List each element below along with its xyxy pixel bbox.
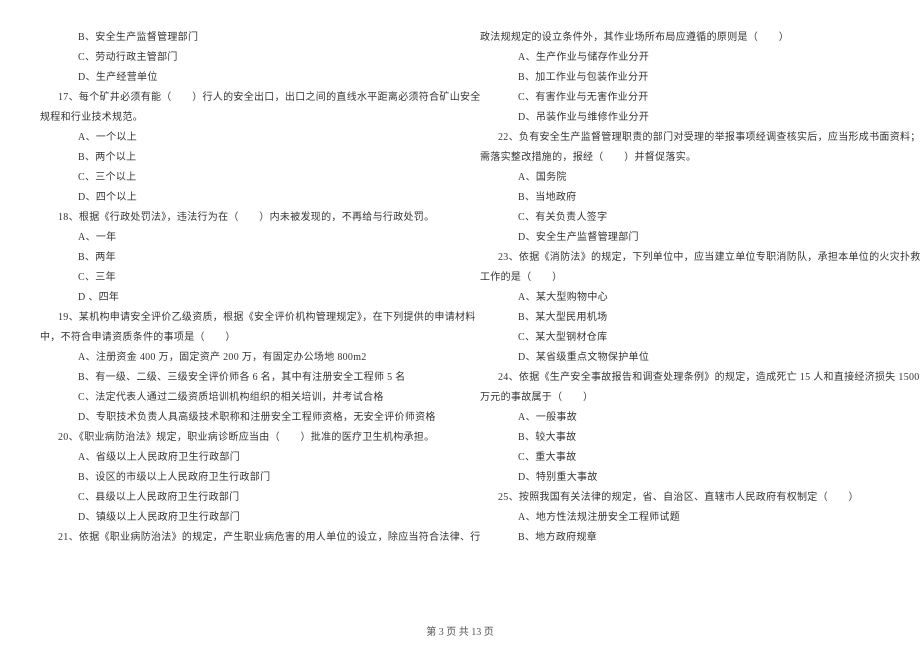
option-a: A、一个以上 [40, 128, 440, 148]
option-d: D 、四年 [40, 288, 440, 308]
option-d: D、专职技术负责人具高级技术职称和注册安全工程师资格，无安全评价师资格 [40, 408, 440, 428]
question-25: 25、按照我国有关法律的规定，省、自治区、直辖市人民政府有权制定（ ） [480, 488, 880, 508]
option-d: D、安全生产监督管理部门 [480, 228, 880, 248]
question-19: 19、某机构申请安全评价乙级资质，根据《安全评价机构管理规定》，在下列提供的申请… [40, 308, 440, 328]
option-b: B、加工作业与包装作业分开 [480, 68, 880, 88]
option-b: B、两个以上 [40, 148, 440, 168]
question-22-cont: 需落实整改措施的，报经（ ）并督促落实。 [480, 148, 880, 168]
question-22: 22、负有安全生产监督管理职责的部门对受理的举报事项经调查核实后，应当形成书面资… [480, 128, 880, 148]
page-content: B、安全生产监督管理部门 C、劳动行政主管部门 D、生产经营单位 17、每个矿井… [0, 0, 920, 600]
question-20: 20、《职业病防治法》规定，职业病诊断应当由（ ）批准的医疗卫生机构承担。 [40, 428, 440, 448]
option-c: C、三个以上 [40, 168, 440, 188]
option-b: B、某大型民用机场 [480, 308, 880, 328]
option-d: D、四个以上 [40, 188, 440, 208]
option-c: C、法定代表人通过二级资质培训机构组织的相关培训，并考试合格 [40, 388, 440, 408]
option-c: C、重大事故 [480, 448, 880, 468]
page-footer: 第 3 页 共 13 页 [0, 623, 920, 638]
question-18: 18、根据《行政处罚法》，违法行为在（ ）内未被发现的，不再给与行政处罚。 [40, 208, 440, 228]
option-a: A、地方性法规注册安全工程师试题 [480, 508, 880, 528]
question-21-cont: 政法规规定的设立条件外，其作业场所布局应遵循的原则是（ ） [480, 28, 880, 48]
option-a: A、某大型购物中心 [480, 288, 880, 308]
left-column: B、安全生产监督管理部门 C、劳动行政主管部门 D、生产经营单位 17、每个矿井… [40, 28, 460, 600]
option-a: A、生产作业与储存作业分开 [480, 48, 880, 68]
option-c: C、三年 [40, 268, 440, 288]
option-a: A、一般事故 [480, 408, 880, 428]
option-b: B、两年 [40, 248, 440, 268]
option-a: A、省级以上人民政府卫生行政部门 [40, 448, 440, 468]
option-b: B、有一级、二级、三级安全评价师各 6 名，其中有注册安全工程师 5 名 [40, 368, 440, 388]
question-17: 17、每个矿井必须有能（ ）行人的安全出口，出口之间的直线水平距离必须符合矿山安… [40, 88, 440, 108]
option-c: C、某大型钢材仓库 [480, 328, 880, 348]
option-b: B、地方政府规章 [480, 528, 880, 548]
option-b: B、安全生产监督管理部门 [40, 28, 440, 48]
option-c: C、劳动行政主管部门 [40, 48, 440, 68]
option-b: B、设区的市级以上人民政府卫生行政部门 [40, 468, 440, 488]
option-d: D、吊装作业与维修作业分开 [480, 108, 880, 128]
option-a: A、国务院 [480, 168, 880, 188]
option-d: D、特别重大事故 [480, 468, 880, 488]
question-24: 24、依据《生产安全事故报告和调查处理条例》的规定，造成死亡 15 人和直接经济… [480, 368, 880, 388]
option-a: A、注册资金 400 万，固定资产 200 万，有固定办公场地 800m2 [40, 348, 440, 368]
question-24-cont: 万元的事故属于（ ） [480, 388, 880, 408]
option-c: C、有关负责人签字 [480, 208, 880, 228]
question-21: 21、依据《职业病防治法》的规定，产生职业病危害的用人单位的设立，除应当符合法律… [40, 528, 440, 548]
option-b: B、当地政府 [480, 188, 880, 208]
option-d: D、某省级重点文物保护单位 [480, 348, 880, 368]
question-23: 23、依据《消防法》的规定，下列单位中，应当建立单位专职消防队，承担本单位的火灾… [480, 248, 880, 268]
question-23-cont: 工作的是（ ） [480, 268, 880, 288]
right-column: 政法规规定的设立条件外，其作业场所布局应遵循的原则是（ ） A、生产作业与储存作… [460, 28, 880, 600]
option-d: D、镇级以上人民政府卫生行政部门 [40, 508, 440, 528]
question-19-cont: 中，不符合申请资质条件的事项是（ ） [40, 328, 440, 348]
question-17-cont: 规程和行业技术规范。 [40, 108, 440, 128]
option-c: C、县级以上人民政府卫生行政部门 [40, 488, 440, 508]
option-a: A、一年 [40, 228, 440, 248]
option-c: C、有害作业与无害作业分开 [480, 88, 880, 108]
option-b: B、较大事故 [480, 428, 880, 448]
option-d: D、生产经营单位 [40, 68, 440, 88]
